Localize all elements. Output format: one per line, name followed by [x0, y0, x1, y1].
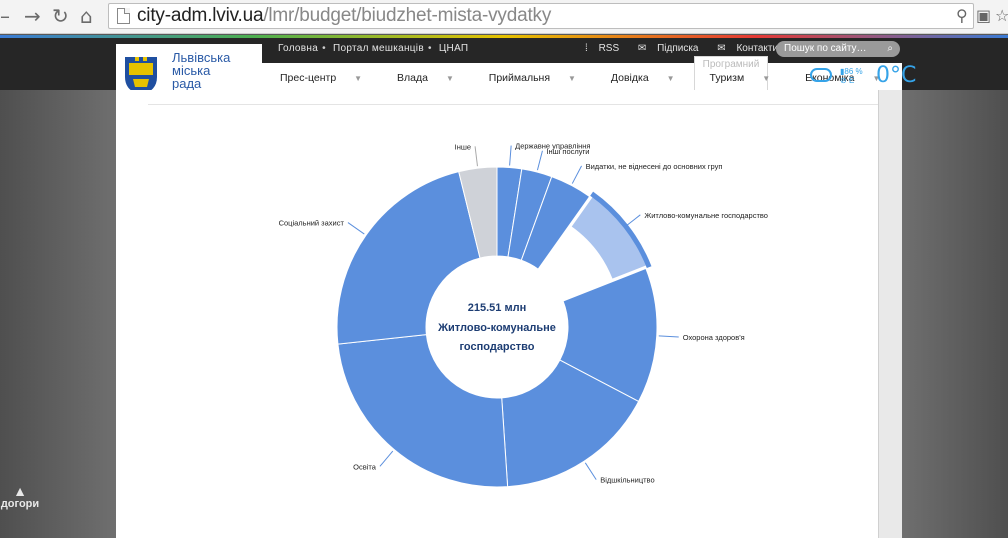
slice-label-7: Соціальний захист — [279, 219, 345, 228]
center-label-line-1: Житлово-комунальне — [437, 322, 556, 334]
leader-line-5 — [584, 462, 597, 480]
center-label-line-2: господарство — [459, 341, 534, 353]
budget-donut-chart: Державне управлінняІнші послугиВидатки, … — [279, 142, 768, 488]
leader-line-7 — [347, 222, 365, 235]
slice-label-2: Видатки, не віднесені до основних груп — [586, 162, 723, 171]
center-value: 215.51 млн — [468, 302, 526, 314]
leader-line-4 — [658, 335, 679, 338]
slice-label-1: Інші послуги — [546, 147, 589, 156]
slice-label-8: Інше — [455, 142, 471, 151]
slice-label-5: Відшкільництво — [600, 476, 654, 485]
leader-line-1 — [536, 150, 543, 171]
slice-label-6: Освіта — [353, 462, 377, 471]
leader-line-2 — [571, 165, 583, 184]
slice-label-3: Житлово-комунальне господарство — [644, 211, 768, 220]
leader-line-0 — [509, 145, 512, 166]
leader-line-8 — [474, 146, 478, 167]
leader-line-3 — [624, 214, 641, 228]
slice-label-4: Охорона здоров'я — [683, 333, 745, 342]
leader-line-6 — [379, 450, 394, 467]
